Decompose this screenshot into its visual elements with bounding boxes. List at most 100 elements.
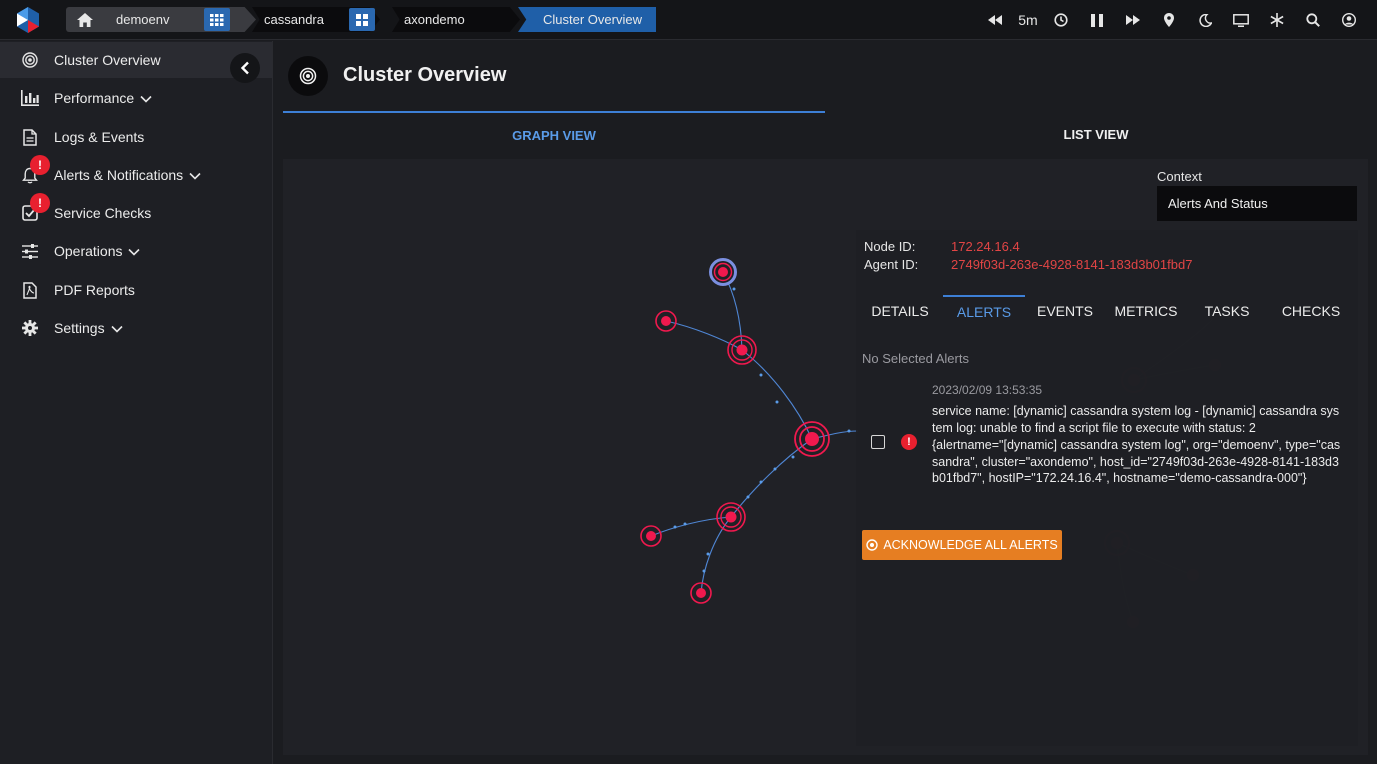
view-tabs: GRAPH VIEW LIST VIEW [283,111,1368,158]
pause-icon[interactable] [1079,8,1115,32]
tab-graph-view[interactable]: GRAPH VIEW [283,111,825,158]
acknowledge-all-alerts-label: ACKNOWLEDGE ALL ALERTS [883,538,1058,552]
tab-events[interactable]: EVENTS [1025,295,1105,327]
no-selected-alerts: No Selected Alerts [862,351,969,366]
main-content: Cluster Overview GRAPH VIEW LIST VIEW Co… [274,41,1377,764]
breadcrumb-app-label: cassandra [264,12,324,27]
context-select[interactable]: Alerts And Status [1157,186,1357,221]
breadcrumb-cluster[interactable]: axondemo [392,7,520,32]
graph-node-left-upper[interactable] [655,310,677,332]
alert-message: service name: [dynamic] cassandra system… [932,404,1340,435]
chevron-down-icon [128,243,141,259]
app-logo[interactable] [14,6,42,34]
app-grid-button[interactable] [349,8,375,31]
moon-icon[interactable] [1187,8,1223,32]
pdf-icon [21,281,39,299]
tab-list-view[interactable]: LIST VIEW [825,111,1367,158]
sidebar-item-logs-events[interactable]: Logs & Events [0,119,272,155]
graph-node-top[interactable] [709,258,737,286]
tab-alerts[interactable]: ALERTS [943,295,1025,327]
alert-labels: {alertname="[dynamic] cassandra system l… [932,438,1341,485]
node-detail-panel: Node ID: 172.24.16.4 Agent ID: 2749f03d-26… [856,230,1358,746]
clock-icon[interactable] [1043,8,1079,32]
sidebar-collapse-button[interactable] [230,53,260,83]
tab-tasks[interactable]: TASKS [1187,295,1267,327]
node-id-row: Node ID: 172.24.16.4 [864,239,1020,254]
sidebar-item-label: Operations [54,243,123,259]
toolbar-icons: 5m [977,8,1367,32]
breadcrumb-env-label: demoenv [116,12,170,27]
sidebar-item-label: PDF Reports [54,282,135,298]
sidebar-item-label-row: Alerts & Notifications [54,167,201,183]
tab-checks[interactable]: CHECKS [1267,295,1355,327]
sidebar-item-settings[interactable]: Settings [0,310,272,346]
env-grid-button[interactable] [204,8,230,31]
top-bar: demoenv cassandra axondemo Cluster Overv… [0,0,1377,40]
chevron-down-icon [111,320,123,336]
grid-icon [210,13,224,26]
error-icon: ! [901,434,917,450]
breadcrumb-current: Cluster Overview [518,7,656,32]
breadcrumb-current-label: Cluster Overview [543,12,642,27]
sidebar-item-label: Alerts & Notifications [54,167,184,183]
sidebar-item-label: Service Checks [54,205,152,221]
sidebar-item-label: Settings [54,320,105,336]
acknowledge-all-alerts-button[interactable]: ACKNOWLEDGE ALL ALERTS [862,530,1062,560]
tab-details[interactable]: DETAILS [856,295,944,327]
graph-node-center[interactable] [794,421,830,457]
service-checks-badge: ! [30,193,50,213]
sidebar: Cluster Overview Performance Logs & Even… [0,41,273,764]
node-panel-tabs: DETAILS ALERTS EVENTS METRICS TASKS CHEC… [856,295,1358,327]
rewind-icon[interactable] [977,8,1013,32]
chevron-left-icon [240,61,249,75]
alert-timestamp: 2023/02/09 13:53:35 [932,383,1043,397]
sidebar-item-label: Performance [54,90,135,106]
sidebar-item-pdf-reports[interactable]: PDF Reports [0,272,272,308]
snowflake-icon[interactable] [1259,8,1295,32]
search-icon[interactable] [1295,8,1331,32]
node-id-label: Node ID: [864,239,916,254]
graph-node-mid-lower[interactable] [716,502,746,532]
home-icon[interactable] [66,12,104,27]
sliders-icon [21,242,39,260]
sidebar-item-operations[interactable]: Operations [0,233,272,269]
alerts-badge: ! [30,155,50,175]
sidebar-item-label-row: Operations [54,243,141,259]
tab-metrics[interactable]: METRICS [1105,295,1187,327]
breadcrumb-cluster-label: axondemo [404,12,465,27]
bar-chart-icon [21,89,39,107]
graph-node-bottom[interactable] [690,582,712,604]
target-icon [866,539,879,551]
graph-canvas[interactable]: Context Alerts And Status Node ID: 172.24… [283,159,1368,755]
sidebar-item-service-checks[interactable]: ! Service Checks [0,193,272,231]
location-pin-icon[interactable] [1151,8,1187,32]
fast-forward-icon[interactable] [1115,8,1151,32]
chevron-down-icon [189,167,201,183]
graph-node-mid-upper[interactable] [727,335,757,365]
user-icon[interactable] [1331,8,1367,32]
sidebar-item-label: Cluster Overview [54,52,161,68]
gear-icon [21,319,39,337]
time-range-label[interactable]: 5m [1013,12,1043,28]
sidebar-item-performance[interactable]: Performance [0,80,272,116]
document-icon [21,128,39,146]
sidebar-item-label: Logs & Events [54,129,145,145]
context-label: Context [1157,169,1202,184]
monitor-icon[interactable] [1223,8,1259,32]
node-id-value: 172.24.16.4 [951,239,1020,254]
agent-id-row: Agent ID: 2749f03d-263e-4928-8141-183d3b0… [864,257,1192,272]
sidebar-item-label-row: Performance [54,90,152,106]
alert-select-checkbox[interactable] [871,435,885,449]
page-title: Cluster Overview [343,64,507,86]
chevron-down-icon [140,90,152,106]
sidebar-item-alerts-notifications[interactable]: ! Alerts & Notifications [0,155,272,193]
agent-id-label: Agent ID: [864,257,919,272]
graph-node-left-lower[interactable] [640,525,662,547]
dashboard-icon [356,13,368,26]
target-icon [21,51,39,69]
cluster-overview-icon [288,56,328,96]
alert-details: service name: [dynamic] cassandra system… [932,403,1342,488]
agent-id-value: 2749f03d-263e-4928-8141-183d3b01fbd7 [951,257,1193,272]
edge-particles [673,287,851,573]
sidebar-item-label-row: Settings [54,320,123,336]
